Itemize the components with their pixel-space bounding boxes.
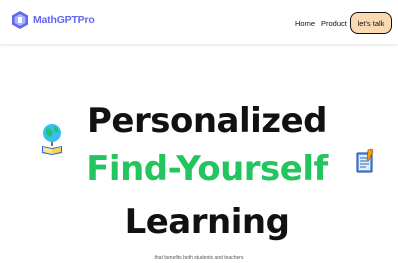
nav-link-home[interactable]: Home (295, 19, 315, 28)
lets-talk-button[interactable]: let's talk (350, 12, 392, 34)
hero-title-line-2: Find-Yourself (86, 149, 328, 189)
landing-page: MathGPTPro Home Product let's talk Perso… (0, 0, 398, 263)
brand-name: MathGPTPro (33, 14, 95, 26)
nav-link-product[interactable]: Product (321, 19, 347, 28)
brand-logo[interactable]: MathGPTPro (10, 10, 95, 30)
hero-title-line-1: Personalized (87, 101, 328, 141)
navbar: MathGPTPro Home Product let's talk (0, 0, 398, 44)
hero-tagline: that benefits both students and teachers (154, 255, 244, 261)
hero-title-line-3: Learning (124, 202, 290, 242)
mathgptpro-logo-icon (12, 11, 28, 29)
